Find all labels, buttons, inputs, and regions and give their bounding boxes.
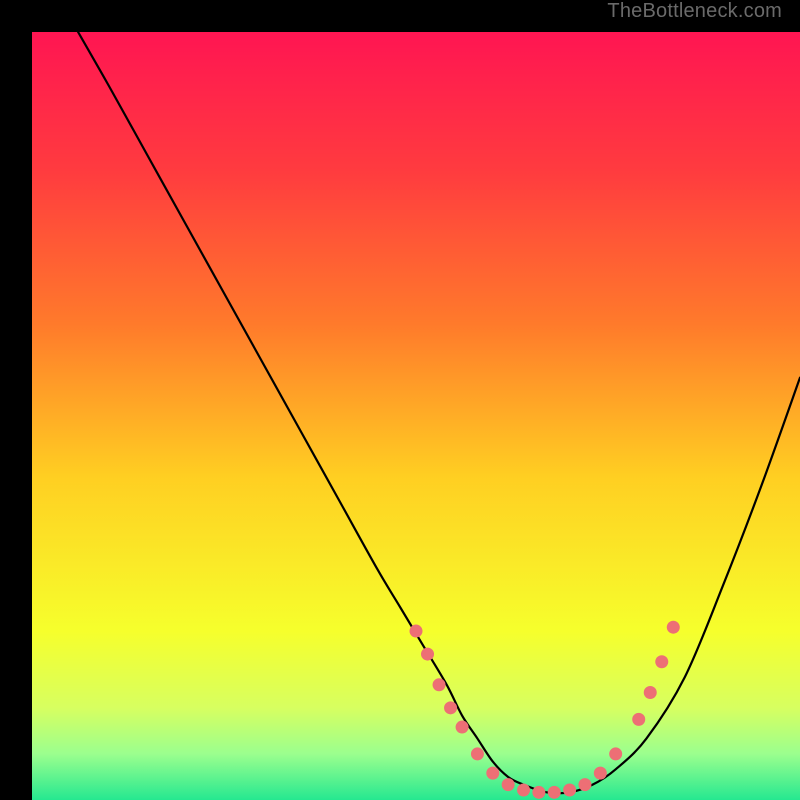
chart-frame [16,16,784,784]
curve-marker [609,747,622,760]
curve-marker [578,778,591,791]
curve-marker [667,621,680,634]
curve-marker [517,784,530,797]
curve-marker [410,625,423,638]
curve-marker [644,686,657,699]
curve-marker [532,786,545,799]
curve-marker [548,786,561,799]
watermark-text: TheBottleneck.com [607,0,782,23]
curve-marker [563,784,576,797]
curve-marker [421,648,434,661]
curve-marker [456,721,469,734]
curve-marker [444,701,457,714]
curve-marker [502,778,515,791]
curve-marker [486,767,499,780]
bottleneck-chart [32,32,800,800]
curve-marker [594,767,607,780]
curve-marker [632,713,645,726]
curve-marker [655,655,668,668]
curve-marker [471,747,484,760]
curve-marker [433,678,446,691]
gradient-background [32,32,800,800]
